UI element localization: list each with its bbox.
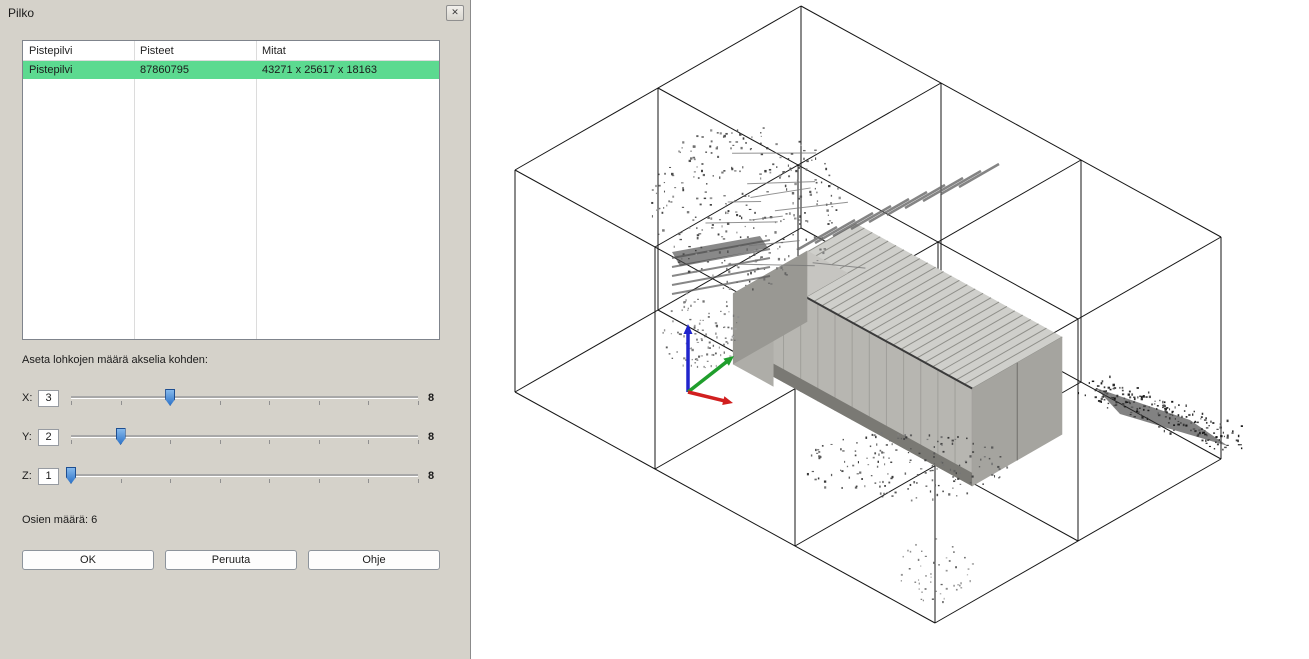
slider-max-x: 8	[428, 392, 440, 404]
slider-max-y: 8	[428, 431, 440, 443]
axis-label-x: X:	[22, 392, 38, 404]
dialog-titlebar[interactable]: Pilko ✕	[0, 0, 470, 25]
slider-tick	[269, 440, 270, 444]
slider-tick	[220, 440, 221, 444]
slider-tick	[71, 401, 72, 405]
table-cell-1: 87860795	[134, 61, 256, 79]
axis-label-y: Y:	[22, 431, 38, 443]
slider-tick	[319, 440, 320, 444]
y-axis-arrow	[688, 356, 734, 392]
column-separator	[256, 41, 257, 339]
column-separator	[134, 41, 135, 339]
slider-row-x: X:3 8	[22, 388, 440, 408]
table-row[interactable]: Pistepilvi8786079543271 x 25617 x 18163	[23, 61, 439, 79]
slider-thumb-x[interactable]	[165, 389, 175, 406]
axis-sliders: X:3 8 Y:2 8 Z:1 8	[22, 388, 440, 486]
x-axis-arrow	[688, 392, 733, 405]
slider-track-line	[71, 396, 418, 398]
point-cloud-scene	[471, 0, 1309, 659]
close-button[interactable]: ✕	[446, 5, 464, 21]
slider-tick	[121, 479, 122, 483]
slider-value-z[interactable]: 1	[38, 468, 59, 485]
point-cloud-table: PistepilviPisteetMitatPistepilvi87860795…	[22, 40, 440, 340]
slider-row-y: Y:2 8	[22, 427, 440, 447]
slider-tick	[269, 401, 270, 405]
slider-tick	[319, 479, 320, 483]
slider-tick	[170, 440, 171, 444]
slider-tick	[418, 440, 419, 444]
slider-max-z: 8	[428, 470, 440, 482]
sliders-section-label: Aseta lohkojen määrä akselia kohden:	[22, 354, 440, 366]
table-header: PistepilviPisteetMitat	[23, 41, 439, 61]
slider-tick	[418, 479, 419, 483]
slider-thumb-y[interactable]	[116, 428, 126, 445]
ok-button[interactable]: OK	[22, 550, 154, 570]
viewport-3d[interactable]	[471, 0, 1309, 659]
table-cell-2: 43271 x 25617 x 18163	[256, 61, 439, 79]
dialog-body: PistepilviPisteetMitatPistepilvi87860795…	[0, 25, 470, 659]
slider-value-x[interactable]: 3	[38, 390, 59, 407]
slider-tick	[220, 401, 221, 405]
slider-value-y[interactable]: 2	[38, 429, 59, 446]
column-header-0[interactable]: Pistepilvi	[23, 41, 134, 60]
table-cell-0: Pistepilvi	[23, 61, 134, 79]
slider-tick	[418, 401, 419, 405]
slider-track-z[interactable]	[71, 466, 418, 486]
slider-tick	[368, 479, 369, 483]
slider-tick	[368, 401, 369, 405]
slider-track-y[interactable]	[71, 427, 418, 447]
axis-label-z: Z:	[22, 470, 38, 482]
cancel-button[interactable]: Peruuta	[165, 550, 297, 570]
close-icon: ✕	[451, 7, 459, 18]
slider-tick	[220, 479, 221, 483]
dialog-title: Pilko	[8, 6, 446, 20]
slider-thumb-z[interactable]	[66, 467, 76, 484]
dialog-buttons: OK Peruuta Ohje	[22, 550, 440, 570]
slider-tick	[170, 479, 171, 483]
slider-tick	[368, 440, 369, 444]
slider-row-z: Z:1 8	[22, 466, 440, 486]
pilko-dialog: Pilko ✕ PistepilviPisteetMitatPistepilvi…	[0, 0, 471, 659]
slider-tick	[269, 479, 270, 483]
slider-tick	[319, 401, 320, 405]
parts-count-label: Osien määrä: 6	[22, 514, 440, 526]
slider-track-line	[71, 474, 418, 476]
column-header-1[interactable]: Pisteet	[134, 41, 256, 60]
app-window: Pilko ✕ PistepilviPisteetMitatPistepilvi…	[0, 0, 1309, 659]
help-button[interactable]: Ohje	[308, 550, 440, 570]
slider-tick	[71, 440, 72, 444]
slider-tick	[121, 401, 122, 405]
slider-track-x[interactable]	[71, 388, 418, 408]
orientation-axes-icon	[684, 324, 735, 405]
column-header-2[interactable]: Mitat	[256, 41, 439, 60]
